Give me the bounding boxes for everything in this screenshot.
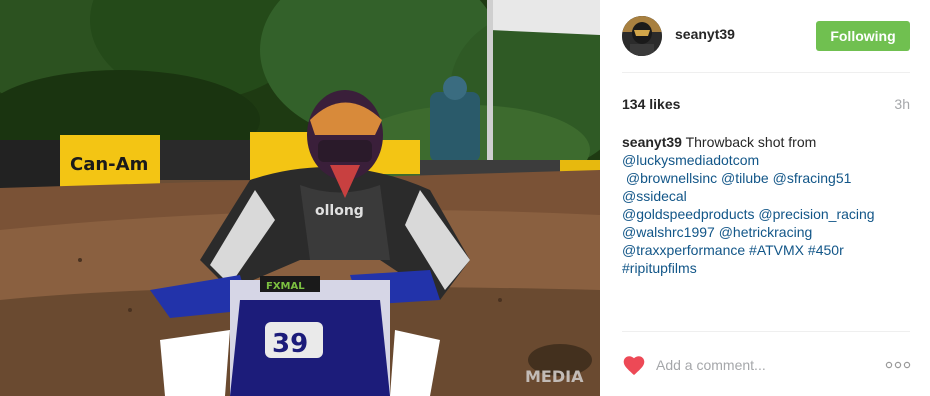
caption-mention-link[interactable]: @precision_racing [758, 206, 874, 222]
caption-mention-link[interactable]: @brownellsinc [626, 170, 717, 186]
caption-line: #ripitupfilms [622, 259, 912, 277]
post-photo[interactable]: Can-Am ollong 39 FXMAL MEDIA [0, 0, 600, 396]
photo-watermark: MEDIA [525, 367, 584, 386]
post-caption: seanyt39 Throwback shot from @luckysmedia… [622, 133, 912, 277]
post-header: seanyt39 Following [600, 0, 930, 72]
sponsor-banner-text: Can-Am [70, 154, 148, 175]
caption-mention-link[interactable]: @traxxperformance [622, 242, 745, 258]
username[interactable]: seanyt39 [675, 26, 735, 42]
caption-mention-link[interactable]: @luckysmediadotcom [622, 152, 759, 168]
caption-line: @luckysmediadotcom [622, 151, 912, 169]
divider [622, 72, 910, 73]
post-photo-illustration: Can-Am ollong 39 FXMAL MEDIA [0, 0, 600, 396]
caption-mention-link[interactable]: @hetrickracing [719, 224, 813, 240]
svg-text:ollong: ollong [315, 203, 364, 219]
caption-mention-link[interactable]: @sfracing51 [773, 170, 852, 186]
svg-text:39: 39 [272, 329, 308, 359]
caption-line: @walshrc1997 @hetrickracing [622, 223, 912, 241]
caption-hashtag-link[interactable]: #450r [808, 242, 844, 258]
post-footer [600, 332, 930, 396]
caption-mention-link[interactable]: @goldspeedproducts [622, 206, 755, 222]
heart-icon[interactable] [622, 354, 646, 376]
following-button[interactable]: Following [816, 21, 910, 51]
post-detail-panel: seanyt39 Following 134 likes 3h seanyt39… [600, 0, 930, 396]
post-timestamp[interactable]: 3h [894, 96, 910, 112]
caption-hashtag-link[interactable]: #ripitupfilms [622, 260, 697, 276]
avatar[interactable] [622, 16, 662, 56]
comment-input[interactable] [656, 354, 866, 376]
caption-hashtag-link[interactable]: #ATVMX [749, 242, 804, 258]
caption-line: @brownellsinc @tilube @sfracing51 [622, 169, 912, 187]
caption-line: @goldspeedproducts @precision_racing [622, 205, 912, 223]
caption-mention-link[interactable]: @walshrc1997 [622, 224, 715, 240]
caption-username[interactable]: seanyt39 [622, 134, 682, 150]
caption-text: Throwback shot from [681, 134, 817, 150]
likes-count[interactable]: 134 likes [622, 96, 680, 112]
caption-line: seanyt39 Throwback shot from [622, 133, 912, 151]
caption-line: @traxxperformance #ATVMX #450r [622, 241, 912, 259]
more-options-icon[interactable] [885, 361, 911, 369]
caption-mention-link[interactable]: @ssidecal [622, 188, 687, 204]
svg-text:FXMAL: FXMAL [266, 281, 305, 292]
caption-mention-link[interactable]: @tilube [721, 170, 769, 186]
avatar-image [622, 16, 662, 56]
caption-line: @ssidecal [622, 187, 912, 205]
